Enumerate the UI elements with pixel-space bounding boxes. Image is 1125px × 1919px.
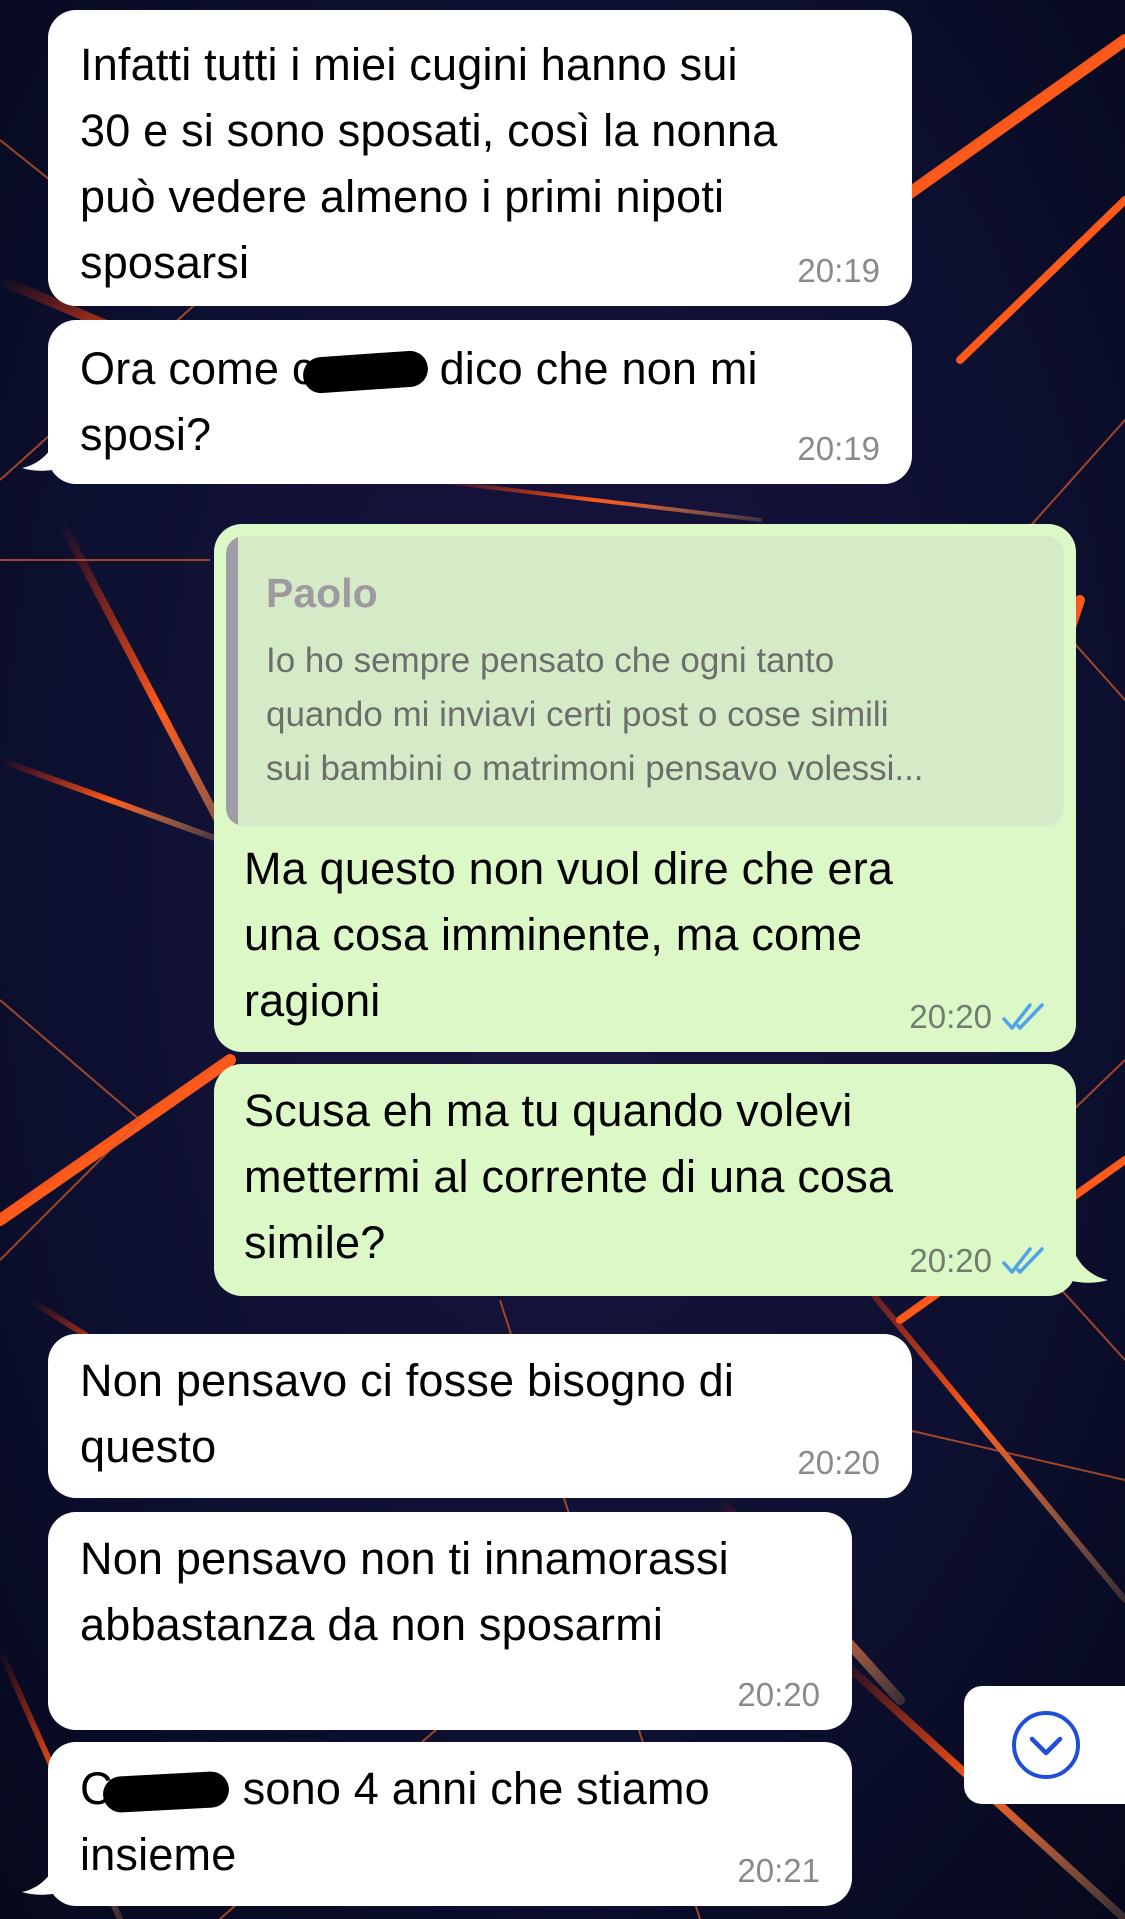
message-timestamp: 20:20	[797, 1444, 880, 1481]
message-text: Scusa eh ma tu quando volevi mettermi al…	[244, 1085, 894, 1268]
message-text: Infatti tutti i miei cugini hanno sui 30…	[80, 39, 778, 288]
read-receipt-icon	[1002, 1245, 1048, 1277]
message-timestamp: 20:19	[797, 430, 880, 467]
message-incoming[interactable]: Ora come c dico che non mi sposi? 20:19	[48, 320, 912, 484]
redaction-mark	[301, 349, 429, 395]
quoted-message[interactable]: Paolo Io ho sempre pensato che ogni tant…	[226, 536, 1064, 826]
quoted-text: Io ho sempre pensato che ogni tanto quan…	[266, 641, 924, 788]
message-incoming[interactable]: Infatti tutti i miei cugini hanno sui 30…	[48, 10, 912, 306]
message-incoming[interactable]: Non pensavo ci fosse bisogno di questo 2…	[48, 1334, 912, 1498]
message-incoming[interactable]: Csono 4 anni che stiamo insieme 20:21	[48, 1742, 852, 1906]
message-text: Csono 4 anni che stiamo insieme	[80, 1763, 710, 1880]
message-text: Ora come c dico che non mi sposi?	[80, 343, 758, 460]
message-text: Non pensavo ci fosse bisogno di questo	[80, 1355, 735, 1472]
message-outgoing-reply[interactable]: Paolo Io ho sempre pensato che ogni tant…	[214, 524, 1076, 1052]
message-incoming[interactable]: Non pensavo non ti innamorassi abbastanz…	[48, 1512, 852, 1730]
read-receipt-icon	[1002, 1001, 1048, 1033]
message-timestamp: 20:20	[909, 998, 1048, 1036]
scroll-to-bottom-button[interactable]	[964, 1686, 1125, 1804]
message-timestamp: 20:20	[737, 1676, 820, 1713]
quoted-author: Paolo	[266, 570, 378, 616]
message-timestamp: 20:20	[909, 1242, 1048, 1280]
message-text: Ma questo non vuol dire che era una cosa…	[244, 843, 894, 1026]
message-timestamp: 20:19	[797, 252, 880, 289]
redaction-mark	[101, 1770, 230, 1814]
quote-accent-bar	[226, 536, 238, 826]
message-outgoing[interactable]: Scusa eh ma tu quando volevi mettermi al…	[214, 1064, 1076, 1296]
chevron-down-circle-icon	[1012, 1711, 1080, 1779]
message-timestamp: 20:21	[737, 1852, 820, 1889]
message-text: Non pensavo non ti innamorassi abbastanz…	[80, 1533, 729, 1650]
